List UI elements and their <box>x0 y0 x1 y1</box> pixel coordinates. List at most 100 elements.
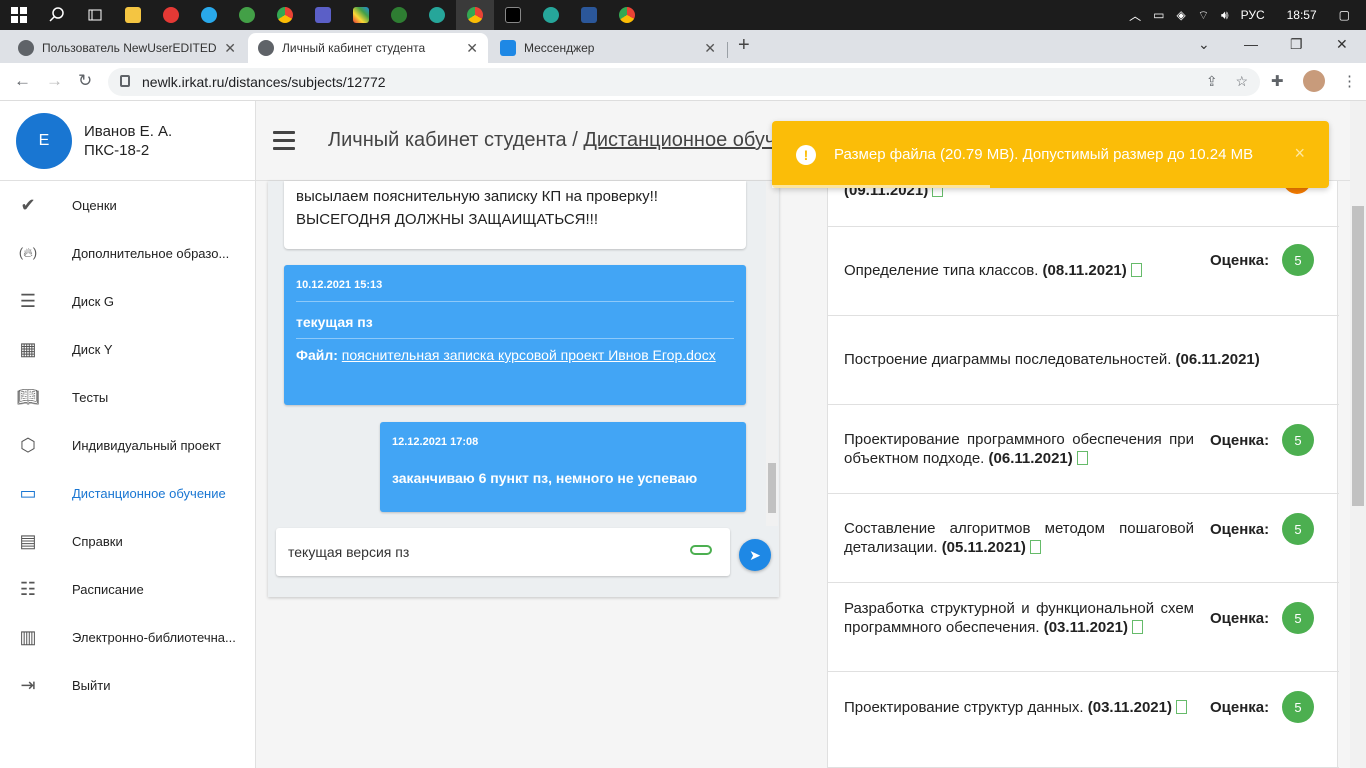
notifications-icon[interactable]: ▢ <box>1339 8 1350 22</box>
sidebar-item[interactable]: ☰ Диск G <box>0 277 255 325</box>
close-icon[interactable]: ✕ <box>224 40 236 57</box>
error-toast: ! Размер файла (20.79 MB). Допустимый ра… <box>772 121 1329 188</box>
list-item[interactable]: Разработка структурной и функциональной … <box>828 583 1339 672</box>
window-close-button[interactable]: ✕ <box>1336 36 1348 53</box>
sidebar-item[interactable]: ⇥ Выйти <box>0 661 255 709</box>
battery-icon[interactable]: ▭ <box>1153 8 1164 22</box>
browser-menu-icon[interactable]: ⋮ <box>1342 72 1357 90</box>
document-icon[interactable] <box>1029 540 1041 554</box>
message-text: текущая пз <box>296 314 373 330</box>
yandex-browser-icon[interactable] <box>152 0 190 30</box>
sidebar-item[interactable]: ✔ Оценки <box>0 181 255 229</box>
address-bar[interactable]: newlk.irkat.ru/distances/subjects/12772 … <box>108 68 1260 96</box>
clock[interactable]: 18:57 <box>1287 8 1317 22</box>
toast-close-button[interactable]: × <box>1294 143 1305 164</box>
new-tab-button[interactable]: + <box>738 34 750 57</box>
sidebar-item[interactable]: ☷ Расписание <box>0 565 255 613</box>
list-item[interactable]: Проектирование структур данных. (03.11.2… <box>828 672 1339 768</box>
close-icon[interactable]: ✕ <box>704 40 716 57</box>
cube-icon: ⬡ <box>20 434 36 455</box>
message-outgoing: 10.12.2021 15:13 текущая пз Файл: поясни… <box>284 265 746 405</box>
subject-date: (03.11.2021) <box>1087 699 1172 716</box>
sidebar-item-label: Справки <box>72 533 123 549</box>
windows-start-icon[interactable] <box>0 0 38 30</box>
message-line: ВЫСЕГОДНЯ ДОЛЖНЫ ЗАЩАИЩАТЬСЯ!!! <box>296 211 599 228</box>
chrome-active-icon[interactable] <box>456 0 494 30</box>
chevron-up-icon[interactable]: ︿ <box>1129 7 1141 24</box>
grade-badge: 5 <box>1282 602 1314 634</box>
sidebar-item[interactable]: ▤ Справки <box>0 517 255 565</box>
message-input[interactable]: текущая версия пз <box>276 528 730 576</box>
chrome-2-icon[interactable] <box>608 0 646 30</box>
green-app-icon[interactable] <box>380 0 418 30</box>
telegram-icon[interactable] <box>190 0 228 30</box>
scroll-thumb[interactable] <box>1352 206 1364 506</box>
search-icon[interactable] <box>38 0 76 30</box>
document-icon[interactable] <box>1130 263 1142 277</box>
server-icon: ☰ <box>19 290 37 311</box>
sidebar: E Иванов Е. А. ПКС-18-2 ✔ Оценки (🔥︎) Допол… <box>0 101 256 768</box>
sidebar-item-label: Тесты <box>72 389 109 405</box>
close-icon[interactable]: ✕ <box>466 40 478 57</box>
tab-messenger[interactable]: Мессенджер ✕ <box>490 33 726 63</box>
bookmark-star-icon[interactable]: ☆ <box>1235 73 1248 89</box>
lock-icon[interactable] <box>120 75 130 87</box>
sidebar-item[interactable]: 📖︎ Тесты <box>0 373 255 421</box>
list-item[interactable]: Построение диаграммы последовательностей… <box>828 316 1339 405</box>
sidebar-item[interactable]: (🔥︎) Дополнительное образо... <box>0 229 255 277</box>
forward-button[interactable]: → <box>46 71 63 91</box>
pinwheel-app-icon[interactable] <box>342 0 380 30</box>
app-green-icon[interactable] <box>228 0 266 30</box>
breadcrumb-link[interactable]: Дистанционное обуч <box>583 129 775 151</box>
sidebar-item-label: Выйти <box>72 677 111 693</box>
page-scrollbar[interactable] <box>1350 101 1366 768</box>
file-explorer-icon[interactable] <box>114 0 152 30</box>
word-icon[interactable] <box>570 0 608 30</box>
back-button[interactable]: ← <box>14 71 31 91</box>
user-name: Иванов Е. А. <box>84 122 173 140</box>
browser-tab-strip: Пользователь NewUserEDITED ✕ Личный каби… <box>0 30 1366 63</box>
language-indicator[interactable]: РУС <box>1241 8 1265 22</box>
attach-icon[interactable] <box>690 545 712 555</box>
avatar[interactable]: E <box>16 112 72 169</box>
sidebar-item[interactable]: ▦ Диск Y <box>0 325 255 373</box>
network-icon[interactable]: ◈ <box>1177 8 1186 22</box>
volume-icon[interactable]: 🔊︎ <box>1221 8 1229 23</box>
chrome-icon[interactable] <box>266 0 304 30</box>
terminal-icon[interactable] <box>494 0 532 30</box>
list-item[interactable]: Определение типа классов. (08.11.2021) Оц… <box>828 227 1339 316</box>
document-icon[interactable] <box>1131 620 1143 634</box>
minimize-button[interactable]: — <box>1244 36 1258 52</box>
tab-search-chevron-icon[interactable]: ⌄ <box>1198 36 1210 53</box>
task-view-icon[interactable] <box>76 0 114 30</box>
sidebar-item[interactable]: ▥ Электронно-библиотечна... <box>0 613 255 661</box>
tab-student-cabinet[interactable]: Личный кабинет студента ✕ <box>248 33 488 63</box>
file-link[interactable]: пояснительная записка курсовой проект Ив… <box>342 347 716 363</box>
profile-avatar[interactable] <box>1303 70 1325 92</box>
scroll-thumb[interactable] <box>768 463 776 513</box>
hamburger-menu-icon[interactable] <box>273 131 295 155</box>
sidebar-item[interactable]: ⬡ Индивидуальный проект <box>0 421 255 469</box>
wifi-icon[interactable]: ⌔ <box>1198 8 1209 23</box>
list-item[interactable]: Составление алгоритмов методом пошаговой… <box>828 494 1339 583</box>
message-file: Файл: пояснительная записка курсовой про… <box>296 338 734 367</box>
subject-title: Построение диаграммы последовательностей… <box>844 351 1176 368</box>
tab-user[interactable]: Пользователь NewUserEDITED ✕ <box>8 33 246 63</box>
document-icon[interactable] <box>1076 451 1088 465</box>
share-icon[interactable]: ⇪ <box>1206 73 1218 89</box>
chat-scrollbar[interactable] <box>766 181 778 526</box>
grade-badge: 5 <box>1282 513 1314 545</box>
list-item[interactable]: Проектирование программного обеспечения … <box>828 405 1339 494</box>
chrome-app-2-icon[interactable] <box>532 0 570 30</box>
sidebar-item-label: Дистанционное обучение <box>72 485 226 501</box>
sidebar-item[interactable]: ▭ Дистанционное обучение <box>0 469 255 517</box>
send-button[interactable]: ➤ <box>739 539 771 571</box>
restore-button[interactable]: ❐ <box>1290 36 1303 53</box>
extensions-icon[interactable]: ✚ <box>1271 72 1284 90</box>
chrome-app-icon[interactable] <box>418 0 456 30</box>
teams-icon[interactable] <box>304 0 342 30</box>
reload-button[interactable]: ↻ <box>78 71 92 91</box>
grade-label: Оценка: <box>1210 610 1270 627</box>
grade-badge: 5 <box>1282 244 1314 276</box>
document-icon[interactable] <box>1175 700 1187 714</box>
